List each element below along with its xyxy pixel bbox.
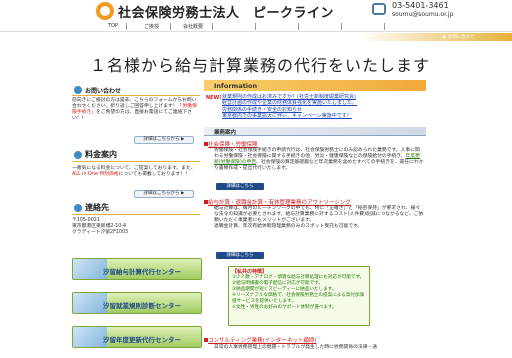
banner-renewal-center[interactable]: 汐留年度更新代行センター <box>72 326 202 348</box>
price-title: 料金案内 <box>85 150 117 159</box>
access-body: 〒105-0021 東京都港区東新橋2-10-4 グラディート汐留2F1003 <box>72 218 198 236</box>
nav-item-top[interactable]: TOP <box>108 23 118 29</box>
envelope-icon <box>74 86 82 94</box>
banner-image <box>73 327 107 347</box>
price-highlight: ALL in One 特別価格 <box>72 172 119 177</box>
feature-item: ④リーズナブルな価格で、社会保険労務士の提案による高付加価値サービスを提供いたし… <box>232 293 365 305</box>
email-address[interactable]: soumu@soumu.or.jp <box>392 11 453 18</box>
nav-item-greeting[interactable]: ご挨拶 <box>144 23 159 30</box>
insurance-detail-button[interactable]: 詳細はこちら <box>216 183 264 190</box>
logo-icon[interactable] <box>96 2 114 20</box>
price-text-2: についても掲載しております！！ <box>118 172 190 177</box>
banner-image <box>73 293 107 313</box>
nav-divider <box>341 23 342 30</box>
service-text-2: 退職金計算、年次有給休暇管理業務のみのスポット受託も可能です。 <box>214 224 363 229</box>
left-column: お問い合わせ 前向きにご検討の方は是非、こちらのフォームからお問い合わせください… <box>72 80 202 358</box>
map-pin-icon <box>74 204 82 212</box>
service-title-payroll[interactable]: 給与計算・退職金計算・有休管理業務のアウトソーシング <box>208 198 351 206</box>
service-title-consulting[interactable]: コンサルティング業務(インターネット顧問) <box>208 336 316 344</box>
information-title: Information <box>214 82 258 90</box>
service-body-insurance: 労働保険・社会保険手続きの申請代行は、社会保険労務士にのみ認められた業務です。人… <box>214 148 424 172</box>
nav-divider <box>384 23 385 30</box>
price-text: 一番気になる料金について、ご提案しております。また、 <box>72 166 196 171</box>
nav-divider <box>298 23 299 30</box>
price-body: 一番気になる料金について、ご提案しております。また、ALL in One 特別価… <box>72 166 198 178</box>
yen-icon <box>74 151 82 159</box>
price-section-header: 料金案内 <box>72 148 200 162</box>
address-line-2: グラディート汐留2F1003 <box>72 230 129 235</box>
banner-label: 汐留就業規則診断センター <box>103 302 181 310</box>
service-text: 労働保険・社会保険手続きの申請代行は、社会保険労務士にのみ認められた業務です。人… <box>214 148 420 159</box>
banner-image <box>73 259 107 279</box>
banner-rules-center[interactable]: 汐留就業規則診断センター <box>72 292 202 314</box>
contact-body: 前向きにご検討の方は是非、こちらのフォームからお問い合わせください。折り返しご回… <box>72 98 198 122</box>
payroll-detail-button[interactable]: 詳細はこちら <box>216 252 264 259</box>
global-nav <box>0 22 512 32</box>
phone-number: 03-5401-3461 <box>392 1 449 10</box>
service-text: 給与計算は、毎月のルーチンワークの中でも、特に「正確さ」と「秘密保持」が要求され… <box>214 206 424 223</box>
access-title: 連絡先 <box>85 203 109 212</box>
new-badge: NEW! <box>206 95 222 101</box>
feature-item: ⑤女性・男性のお好みのサポート体制が選べます。 <box>232 305 337 311</box>
nav-divider <box>170 23 171 30</box>
hero-title: １名様から給与計算業務の代行をいたします <box>90 56 431 75</box>
features-list: ①少人数・アナログ・煩雑な給与計算処理にも対応が可能です。 ②給与明細書の電子配… <box>232 275 368 312</box>
phone-icon <box>372 3 386 15</box>
service-body-payroll: 給与計算は、毎月のルーチンワークの中でも、特に「正確さ」と「秘密保持」が要求され… <box>214 206 424 230</box>
business-title: 業務案内 <box>214 130 237 136</box>
nav-item-company[interactable]: 会社概要 <box>183 23 203 30</box>
service-title-insurance[interactable]: 社会保険・労働保険 <box>208 140 258 148</box>
contact-section-header: お問い合わせ <box>72 84 200 96</box>
contact-title: お問い合わせ <box>85 88 122 95</box>
banner-label: 汐留給与計算代行センター <box>103 268 181 276</box>
contact-detail-button[interactable]: 詳細はこちらから ▶ <box>134 136 194 144</box>
breadcrumb-band <box>0 33 512 41</box>
nav-divider <box>126 23 127 30</box>
banner-label: 汐留年度更新代行センター <box>103 336 181 344</box>
nav-divider <box>212 23 213 30</box>
nav-divider <box>255 23 256 30</box>
banner-payroll-center[interactable]: 汐留給与計算代行センター <box>72 258 202 280</box>
business-header <box>204 127 426 136</box>
features-title: 【私共の特徴】 <box>232 269 268 275</box>
price-detail-button[interactable]: 詳細はこちらから ▶ <box>134 190 194 198</box>
access-section-header: 連絡先 <box>72 201 200 215</box>
site-title[interactable]: 社会保険労務士法人 ピークライン <box>118 2 334 21</box>
news-list: 就業規則の作成はお済みですか？(社労士新制度開業研究会) 経営計画の作成や企業の… <box>222 94 422 119</box>
service-body-consulting: 日常の人事労務管理上の問題・トラブルが発生した時に労務関係の法律・通 <box>214 345 378 350</box>
news-item[interactable]: 東京都内での事業拡大に伴い、キャンペーン実施中です！ <box>222 113 422 119</box>
breadcrumb[interactable]: ▶ お問い合わせ <box>443 34 475 40</box>
